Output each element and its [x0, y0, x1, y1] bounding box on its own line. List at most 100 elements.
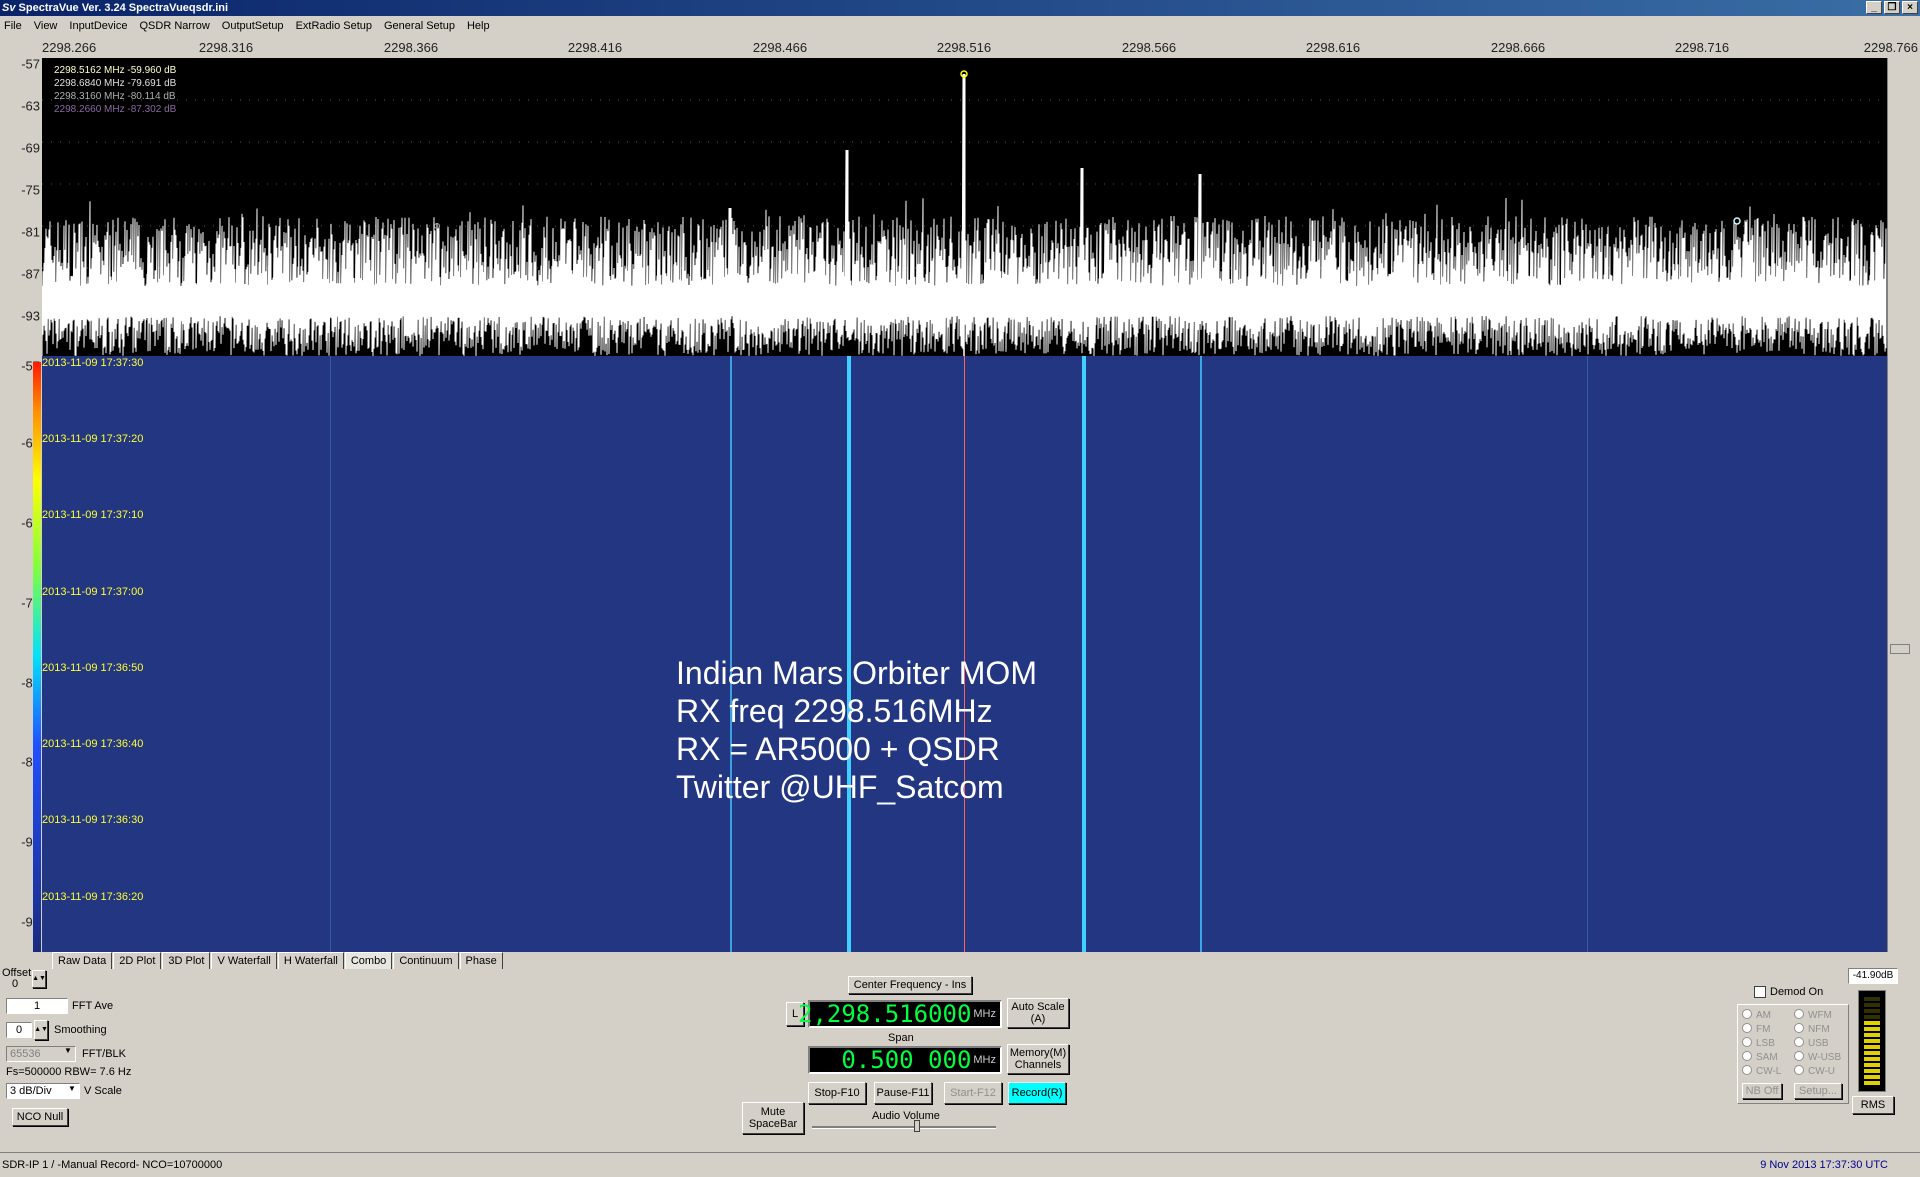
mode-wfm-radio[interactable]: WFM: [1794, 1009, 1832, 1021]
smoothing-spin[interactable]: ▲▼: [34, 1020, 48, 1040]
freq-tick: 2298.616: [1305, 40, 1361, 55]
chevron-down-icon: ▼: [64, 1046, 72, 1055]
span-unit: MHz: [973, 1054, 996, 1066]
timestamp: 2013-11-09 17:37:30: [42, 357, 144, 369]
y-tick: -75: [21, 182, 40, 198]
timestamp: 2013-11-09 17:37:00: [42, 586, 144, 598]
menu-qsdr-narrow[interactable]: QSDR Narrow: [139, 20, 209, 32]
center-frequency-display[interactable]: 2,298.516000 MHz: [798, 1000, 1002, 1028]
nco-null-button[interactable]: NCO Null: [12, 1108, 68, 1126]
signal-level-readout: -41.90dB: [1848, 968, 1898, 984]
smoothing-label: Smoothing: [54, 1024, 107, 1036]
mode-cwu-radio[interactable]: CW-U: [1794, 1065, 1835, 1077]
freq-tick: 2298.716: [1674, 40, 1730, 55]
app-icon: Sv: [2, 2, 16, 14]
menu-view[interactable]: View: [34, 20, 58, 32]
demod-on-label: Demod On: [1770, 986, 1824, 998]
rms-button[interactable]: RMS: [1852, 1096, 1894, 1114]
frequency-axis: 2298.266 2298.316 2298.366 2298.416 2298…: [0, 36, 1920, 58]
pause-button[interactable]: Pause-F11: [874, 1082, 932, 1104]
color-scale-bar: [33, 362, 41, 952]
setup-button[interactable]: Setup...: [1794, 1083, 1842, 1099]
menu-bar: File View InputDevice QSDR Narrow Output…: [0, 16, 1920, 36]
vscale-label: V Scale: [84, 1085, 122, 1097]
freq-tick: 2298.466: [752, 40, 808, 55]
demod-on-checkbox[interactable]: [1754, 986, 1766, 998]
start-button[interactable]: Start-F12: [944, 1082, 1002, 1104]
menu-inputdevice[interactable]: InputDevice: [69, 20, 127, 32]
stop-button[interactable]: Stop-F10: [808, 1082, 866, 1104]
tab-2d-plot[interactable]: 2D Plot: [113, 952, 162, 969]
y-tick: -57: [21, 56, 40, 72]
mode-fm-radio[interactable]: FM: [1742, 1023, 1770, 1035]
status-bar: SDR-IP 1 / -Manual Record- NCO=10700000 …: [0, 1152, 1920, 1177]
menu-general-setup[interactable]: General Setup: [384, 20, 455, 32]
annotation-text: Indian Mars Orbiter MOM RX freq 2298.516…: [676, 654, 1037, 806]
mode-lsb-radio[interactable]: LSB: [1742, 1037, 1775, 1049]
center-frequency-button[interactable]: Center Frequency - Ins: [848, 976, 972, 994]
spectrum-trace: [42, 70, 1887, 356]
span-display[interactable]: 0.500 000 MHz: [808, 1046, 1002, 1074]
mode-am-radio[interactable]: AM: [1742, 1009, 1771, 1021]
offset-value[interactable]: 0: [12, 978, 18, 990]
center-frequency-value: 2,298.516000: [798, 1000, 972, 1028]
minimize-button[interactable]: _: [1866, 1, 1882, 14]
frequency-unit: MHz: [973, 1008, 996, 1020]
close-button[interactable]: ×: [1902, 1, 1918, 14]
offset-spin[interactable]: ▲▼: [32, 970, 46, 988]
marker-readouts: 2298.5162 MHz -59.960 dB 2298.6840 MHz -…: [54, 64, 176, 116]
memory-channels-button[interactable]: Memory(M) Channels: [1007, 1044, 1069, 1074]
annotation-line: Indian Mars Orbiter MOM: [676, 655, 1037, 691]
mode-wusb-radio[interactable]: W-USB: [1794, 1051, 1841, 1063]
freq-tick: 2298.266: [42, 40, 97, 55]
tab-3d-plot[interactable]: 3D Plot: [162, 952, 211, 969]
signal-level-meter: [1858, 990, 1886, 1092]
tab-v-waterfall[interactable]: V Waterfall: [211, 952, 277, 969]
mode-nfm-radio[interactable]: NFM: [1794, 1023, 1830, 1035]
tab-h-waterfall[interactable]: H Waterfall: [277, 952, 344, 969]
auto-scale-button[interactable]: Auto Scale (A): [1007, 998, 1069, 1028]
smoothing-field[interactable]: 0: [6, 1022, 32, 1038]
menu-extradio-setup[interactable]: ExtRadio Setup: [296, 20, 372, 32]
spectrum-plot[interactable]: 2298.5162 MHz -59.960 dB 2298.6840 MHz -…: [42, 58, 1887, 356]
level-slider-thumb[interactable]: [1890, 644, 1910, 654]
maximize-button[interactable]: ❐: [1884, 1, 1900, 14]
audio-volume-slider[interactable]: [812, 1126, 996, 1129]
marker-2[interactable]: [1733, 217, 1741, 225]
mode-usb-radio[interactable]: USB: [1794, 1037, 1829, 1049]
nb-off-button[interactable]: NB Off: [1742, 1083, 1782, 1099]
tab-combo[interactable]: Combo: [344, 952, 393, 969]
y-tick: -63: [21, 98, 40, 114]
menu-outputsetup[interactable]: OutputSetup: [222, 20, 284, 32]
record-button[interactable]: Record(R): [1008, 1082, 1066, 1104]
chevron-down-icon: ▼: [68, 1084, 76, 1093]
mute-button[interactable]: Mute SpaceBar: [742, 1102, 804, 1134]
status-datetime: 9 Nov 2013 17:37:30 UTC: [1760, 1159, 1888, 1171]
y-tick: -93: [21, 308, 40, 324]
mode-sam-radio[interactable]: SAM: [1742, 1051, 1778, 1063]
fft-ave-field[interactable]: 1: [6, 998, 68, 1014]
demod-mode-group: AM FM LSB SAM CW-L WFM NFM USB W-USB CW-…: [1737, 1004, 1849, 1104]
view-tabs: Raw Data 2D Plot 3D Plot V Waterfall H W…: [52, 952, 504, 969]
mode-cwl-radio[interactable]: CW-L: [1742, 1065, 1781, 1077]
timestamp: 2013-11-09 17:37:10: [42, 509, 144, 521]
annotation-line: RX freq 2298.516MHz: [676, 693, 993, 729]
annotation-line: Twitter @UHF_Satcom: [676, 769, 1004, 805]
tab-phase[interactable]: Phase: [459, 952, 503, 969]
freq-tick: 2298.666: [1490, 40, 1546, 55]
menu-help[interactable]: Help: [467, 20, 490, 32]
freq-tick: 2298.316: [198, 40, 254, 55]
span-label: Span: [888, 1032, 914, 1044]
span-value: 0.500 000: [841, 1046, 972, 1074]
menu-file[interactable]: File: [4, 20, 22, 32]
fft-blk-label: FFT/BLK: [82, 1048, 127, 1060]
freq-tick: 2298.366: [383, 40, 439, 55]
timestamp: 2013-11-09 17:36:30: [42, 814, 144, 826]
audio-volume-thumb[interactable]: [914, 1120, 920, 1132]
status-left: SDR-IP 1 / -Manual Record- NCO=10700000: [2, 1159, 223, 1171]
timestamp: 2013-11-09 17:36:40: [42, 738, 144, 750]
tab-raw-data[interactable]: Raw Data: [52, 952, 113, 969]
level-slider-track[interactable]: [1887, 58, 1902, 952]
fft-ave-label: FFT Ave: [72, 1000, 114, 1012]
tab-continuum[interactable]: Continuum: [393, 952, 459, 969]
